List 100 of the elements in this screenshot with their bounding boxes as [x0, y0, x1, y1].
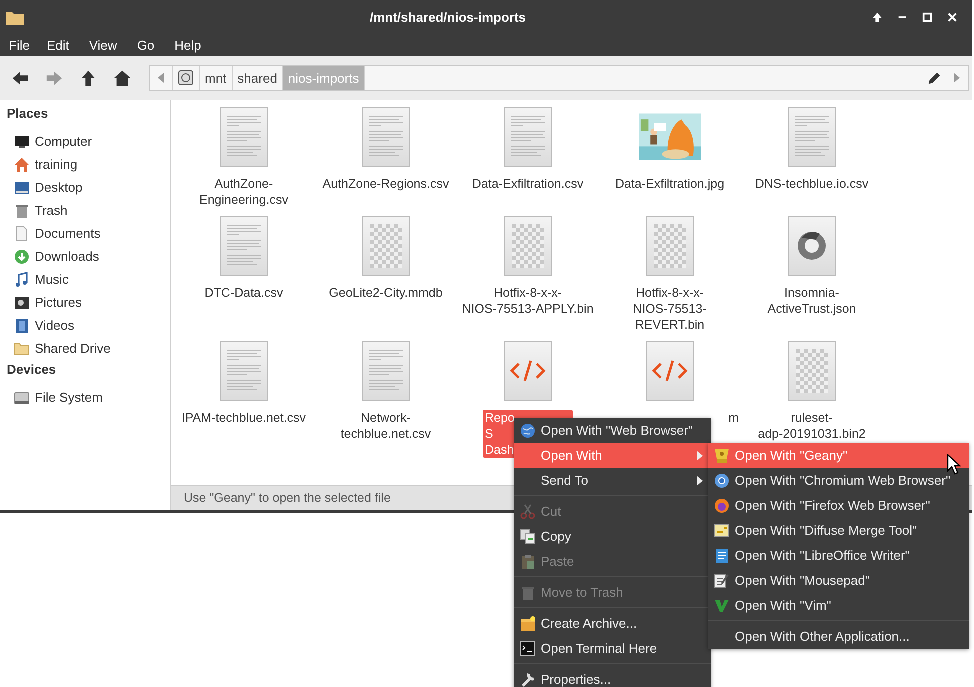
notepad-icon: [714, 572, 730, 588]
arrow-up-icon[interactable]: [872, 12, 883, 23]
menu-item[interactable]: Open With "Diffuse Merge Tool": [708, 518, 969, 543]
filename-label[interactable]: ruleset- adp-20191031.bin2: [756, 410, 868, 442]
home-icon[interactable]: [113, 68, 132, 88]
sidebar-item[interactable]: Computer: [7, 130, 170, 153]
sidebar-item[interactable]: Pictures: [7, 291, 170, 314]
sidebar-item[interactable]: Downloads: [7, 245, 170, 268]
code-file-icon[interactable]: [504, 341, 552, 401]
letter-v-icon: [714, 598, 730, 614]
filename-label[interactable]: m: [726, 410, 741, 426]
browser-icon: [714, 498, 730, 514]
desktop-icon: [14, 180, 30, 196]
download-icon: [14, 248, 30, 264]
home-icon: [14, 156, 30, 172]
sidebar-item[interactable]: Desktop: [7, 176, 170, 199]
menu-item[interactable]: Open With "Vim": [708, 593, 969, 618]
scroll-right-icon[interactable]: [953, 73, 961, 83]
filename-label[interactable]: GeoLite2-City.mmdb: [327, 285, 445, 301]
maximize-icon[interactable]: [922, 12, 933, 23]
submenu-arrow-icon: [697, 450, 703, 460]
filename-label[interactable]: Insomnia- ActiveTrust.json: [766, 285, 858, 317]
trash-icon: [520, 584, 536, 600]
mouse-pointer-icon: [947, 454, 961, 475]
filename-label[interactable]: AuthZone-Regions.csv: [320, 176, 452, 192]
browser-icon: [714, 472, 730, 488]
text-file-icon[interactable]: [504, 107, 552, 167]
menu-item[interactable]: File: [2, 38, 37, 53]
filename-label[interactable]: Data-Exfiltration.csv: [470, 176, 586, 192]
terminal-icon: [520, 640, 536, 656]
menu-item[interactable]: Open With "Chromium Web Browser": [708, 468, 969, 493]
computer-icon: [14, 134, 30, 150]
filename-label[interactable]: Hotfix-8-x-x- NIOS-75513- REVERT.bin: [631, 285, 709, 333]
menu-item[interactable]: Edit: [36, 38, 80, 53]
picture-icon: [14, 294, 30, 310]
menu-item[interactable]: Help: [164, 38, 212, 53]
json-file-icon[interactable]: [788, 216, 836, 276]
document-icon: [714, 548, 730, 564]
menu-item[interactable]: Open With "LibreOffice Writer": [708, 543, 969, 568]
binary-file-icon[interactable]: [504, 216, 552, 276]
code-file-icon[interactable]: [646, 341, 694, 401]
sidebar-item[interactable]: training: [7, 153, 170, 176]
text-file-icon[interactable]: [220, 341, 268, 401]
menu-item[interactable]: Send To: [514, 468, 711, 493]
filename-label[interactable]: AuthZone- Engineering.csv: [198, 176, 290, 208]
menu-item[interactable]: View: [79, 38, 128, 53]
trash-icon: [14, 202, 30, 218]
scissors-icon: [520, 504, 536, 520]
menu-item[interactable]: Open With "Firefox Web Browser": [708, 493, 969, 518]
lamp-icon: [714, 448, 730, 464]
filename-label[interactable]: DTC-Data.csv: [202, 285, 286, 301]
film-icon: [14, 318, 30, 334]
sidebar-item[interactable]: File System: [7, 386, 170, 409]
text-file-icon[interactable]: [788, 107, 836, 167]
path-segment[interactable]: mnt: [199, 66, 232, 90]
menu-item[interactable]: Open With Other Application...: [708, 624, 969, 649]
wrench-icon: [520, 672, 536, 687]
menu-item[interactable]: Create Archive...: [514, 611, 711, 636]
section-heading: Devices: [7, 362, 58, 379]
sidebar-item[interactable]: Videos: [7, 314, 170, 337]
sidebar-item[interactable]: Trash: [7, 199, 170, 222]
copy-icon: [520, 528, 536, 544]
globe-icon: [520, 422, 536, 438]
pencil-icon[interactable]: [927, 70, 942, 86]
up-arrow-icon[interactable]: [79, 68, 98, 88]
folder-icon: [14, 340, 30, 356]
folder-icon: [6, 10, 24, 24]
drive-icon: [14, 390, 30, 406]
binary-file-icon[interactable]: [788, 341, 836, 401]
sidebar-item[interactable]: Music: [7, 268, 170, 291]
menu-item[interactable]: Properties...: [514, 667, 711, 687]
submenu-arrow-icon: [697, 476, 703, 486]
menu-item[interactable]: Open With "Mousepad": [708, 568, 969, 593]
text-file-icon[interactable]: [220, 216, 268, 276]
archive-icon: [520, 616, 536, 632]
text-file-icon[interactable]: [362, 107, 410, 167]
binary-file-icon[interactable]: [362, 216, 410, 276]
filename-label[interactable]: Hotfix-8-x-x- NIOS-75513-APPLY.bin: [460, 285, 596, 317]
text-file-icon[interactable]: [362, 341, 410, 401]
filename-label[interactable]: DNS-techblue.io.csv: [753, 176, 871, 192]
status-text: Use "Geany" to open the selected file: [184, 491, 391, 505]
binary-file-icon[interactable]: [646, 216, 694, 276]
section-heading: Places: [7, 106, 50, 123]
scroll-left-icon[interactable]: [157, 73, 165, 83]
sidebar-item[interactable]: Documents: [7, 222, 170, 245]
drive-icon: [178, 70, 194, 86]
clipboard-icon: [520, 554, 536, 570]
menu-item[interactable]: Go: [127, 38, 165, 53]
close-icon[interactable]: [947, 12, 958, 23]
merge-icon: [714, 522, 730, 538]
menu-item[interactable]: Open Terminal Here: [514, 636, 711, 661]
music-note-icon: [14, 272, 30, 288]
text-file-icon[interactable]: [220, 107, 268, 167]
filename-label[interactable]: Data-Exfiltration.jpg: [613, 176, 727, 192]
document-icon: [14, 226, 30, 242]
filename-label[interactable]: IPAM-techblue.net.csv: [180, 410, 308, 426]
window-title: /mnt/shared/nios-imports: [368, 10, 528, 25]
filename-label[interactable]: Network- techblue.net.csv: [338, 410, 434, 442]
menu-item[interactable]: Copy: [514, 524, 711, 549]
sidebar-item[interactable]: Shared Drive: [7, 337, 170, 360]
